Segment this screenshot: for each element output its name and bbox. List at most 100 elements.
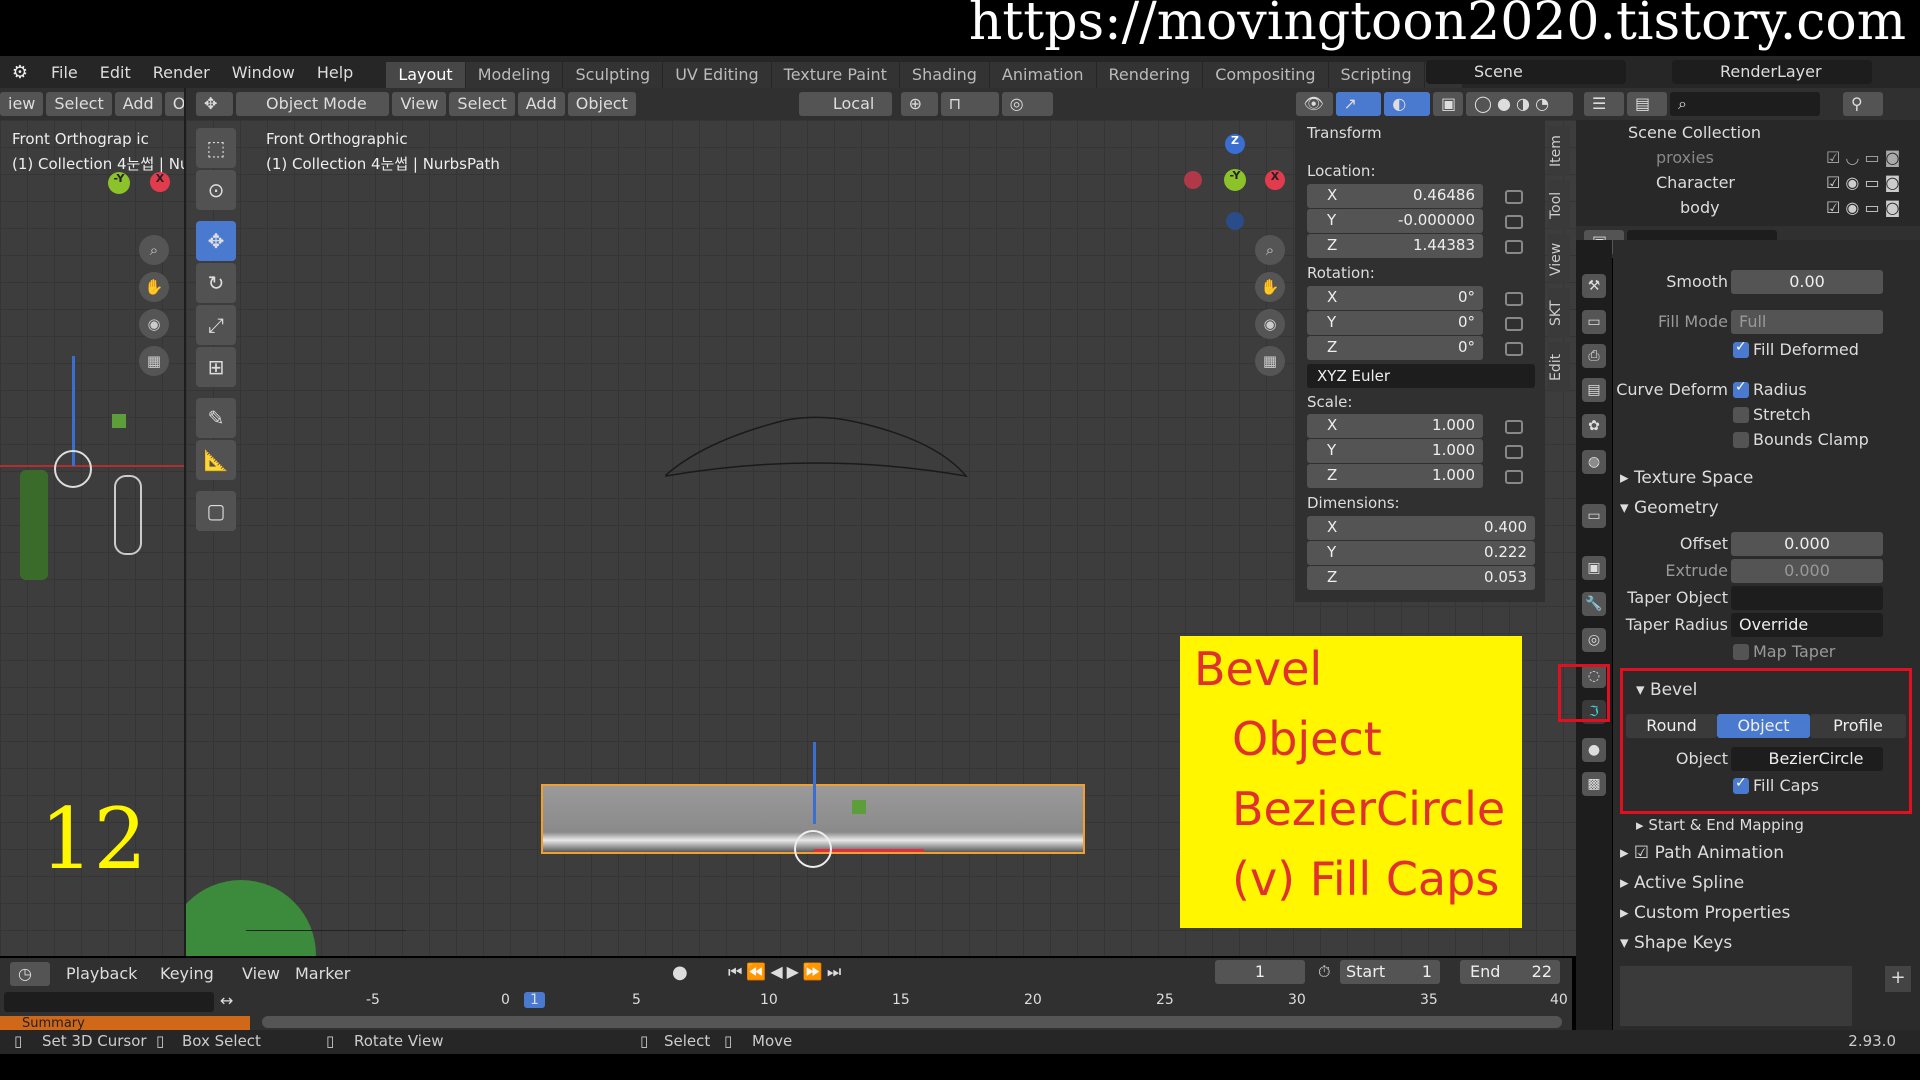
move-tool-icon[interactable]: ✥ (196, 221, 236, 261)
dimension-z-field[interactable]: Z 0.053 (1307, 566, 1535, 590)
gizmo-neg-x-icon[interactable] (1184, 171, 1202, 189)
add-shape-key-icon[interactable]: + (1885, 966, 1911, 992)
location-z-field[interactable]: Z 1.44383 (1307, 234, 1483, 258)
sidebar-tab-skt[interactable]: SKT (1548, 288, 1570, 338)
outliner-item-body[interactable]: body (1680, 198, 1720, 217)
scale-y-field[interactable]: Y 1.000 (1307, 439, 1483, 463)
view-layer-tab-icon[interactable]: ▤ (1582, 378, 1606, 402)
scene-selector[interactable]: Scene (1426, 60, 1626, 84)
add-menu[interactable]: Add (517, 92, 565, 116)
lock-icon[interactable] (1505, 240, 1523, 254)
fill-deformed-checkbox[interactable] (1733, 339, 1749, 358)
timeline-editor-icon[interactable]: ◷ (10, 962, 50, 986)
gizmo-plane-handle[interactable] (112, 414, 126, 428)
lock-icon[interactable] (1505, 470, 1523, 484)
outliner-item-character[interactable]: Character (1656, 173, 1735, 192)
zoom-icon[interactable]: ⌕ (139, 235, 169, 265)
sidebar-tab-view[interactable]: View (1548, 234, 1570, 284)
keying-menu[interactable]: Keying (160, 964, 214, 983)
bevel-panel[interactable]: ▾ Bevel (1636, 677, 1836, 703)
sidebar-tab-edit[interactable]: Edit (1548, 342, 1570, 392)
collection-tab-icon[interactable]: ▭ (1582, 504, 1606, 528)
lock-icon[interactable] (1505, 292, 1523, 306)
bevel-object-field[interactable]: BezierCircle (1731, 747, 1883, 771)
tab-rendering[interactable]: Rendering (1096, 62, 1204, 88)
output-tab-icon[interactable]: ⎙ (1582, 344, 1606, 368)
world-tab-icon[interactable]: ◍ (1582, 450, 1606, 474)
left-view-menu[interactable]: iew (0, 92, 44, 116)
add-cube-tool-icon[interactable]: ▢ (196, 491, 236, 531)
start-end-mapping-panel[interactable]: ▸ Start & End Mapping (1636, 812, 1920, 838)
visibility-icon[interactable]: 👁 (1295, 92, 1333, 116)
scale-z-field[interactable]: Z 1.000 (1307, 464, 1483, 488)
grid-icon[interactable]: ▦ (139, 346, 169, 376)
stopwatch-icon[interactable]: ⏱ (1318, 962, 1330, 982)
menu-render[interactable]: Render (142, 63, 221, 82)
bevel-object-tab[interactable]: Object (1717, 714, 1810, 738)
sync-arrows-icon[interactable]: ↔ (220, 991, 233, 1010)
gizmo-z-icon[interactable]: Z (1225, 134, 1245, 154)
tab-compositing[interactable]: Compositing (1203, 62, 1329, 88)
bevel-round-tab[interactable]: Round (1626, 714, 1717, 738)
view-menu[interactable]: View (392, 92, 447, 116)
taper-radius-dropdown[interactable]: Override (1731, 613, 1883, 637)
summary-channel[interactable]: Summary (0, 1016, 250, 1030)
snap-icon[interactable]: ⊓ (940, 92, 999, 116)
playback-controls-icon[interactable]: ⏮⏪◀▶⏩⏭ (728, 962, 845, 982)
visibility-toggles-icon[interactable]: ☑ ◉ ▭ ◙ (1826, 198, 1900, 217)
left-select-menu[interactable]: Select (46, 92, 112, 116)
tab-scripting[interactable]: Scripting (1328, 62, 1425, 88)
object-menu[interactable]: Object (567, 92, 636, 116)
display-mode-icon[interactable]: ▤ (1627, 92, 1667, 116)
active-spline-panel[interactable]: ▸ Active Spline (1620, 870, 1920, 896)
pivot-icon[interactable]: ⊕ (900, 92, 938, 116)
tab-shading[interactable]: Shading (899, 62, 990, 88)
tab-layout[interactable]: Layout (386, 62, 466, 88)
orientation-dropdown[interactable]: Local (798, 92, 892, 116)
measure-tool-icon[interactable]: 📐 (196, 440, 236, 480)
eyebrow-curve[interactable] (656, 410, 976, 490)
record-icon[interactable]: ● (672, 962, 688, 983)
custom-properties-panel[interactable]: ▸ Custom Properties (1620, 900, 1920, 926)
move-gizmo-z[interactable] (813, 742, 816, 824)
left-viewport[interactable]: Front Orthograp ic (1) Collection 4눈썹 | … (0, 120, 184, 956)
rotation-z-field[interactable]: Z 0° (1307, 336, 1483, 360)
left-add-menu[interactable]: Add (114, 92, 162, 116)
offset-field[interactable]: 0.000 (1731, 532, 1883, 556)
proportional-edit-icon[interactable]: ◎ (1001, 92, 1053, 116)
scale-x-field[interactable]: X 1.000 (1307, 414, 1483, 438)
tab-modeling[interactable]: Modeling (465, 62, 564, 88)
timeline-search[interactable] (4, 992, 214, 1012)
annotate-tool-icon[interactable]: ✎ (196, 398, 236, 438)
blender-logo-icon[interactable]: ⚙ (0, 62, 40, 83)
filter-icon[interactable]: ⚲ (1843, 92, 1883, 116)
rotate-tool-icon[interactable]: ↻ (196, 263, 236, 303)
dimension-x-field[interactable]: X 0.400 (1307, 516, 1535, 540)
green-sphere[interactable] (186, 880, 316, 956)
gizmo-neg-z-icon[interactable] (1226, 212, 1244, 230)
tab-sculpting[interactable]: Sculpting (563, 62, 664, 88)
modifier-tab-icon[interactable]: 🔧 (1582, 592, 1606, 616)
menu-window[interactable]: Window (221, 63, 306, 82)
outliner-scene-collection[interactable]: Scene Collection (1628, 123, 1761, 142)
character-model[interactable] (20, 470, 48, 580)
outliner-search[interactable]: ⌕ (1670, 92, 1820, 116)
fill-caps-checkbox[interactable] (1733, 775, 1749, 794)
location-y-field[interactable]: Y -0.000000 (1307, 209, 1483, 233)
path-animation-panel[interactable]: ▸ ☑ Path Animation (1620, 840, 1920, 866)
shape-keys-list[interactable] (1620, 966, 1852, 1026)
texture-tab-icon[interactable]: ▩ (1582, 772, 1606, 796)
lock-icon[interactable] (1505, 190, 1523, 204)
timeline-scrollbar[interactable] (262, 1016, 1562, 1028)
gizmo-x-icon[interactable]: X (1265, 170, 1285, 190)
pan-hand-icon[interactable]: ✋ (139, 272, 169, 302)
render-tab-icon[interactable]: ▭ (1582, 310, 1606, 334)
transform-header[interactable]: Transform (1307, 124, 1382, 142)
visibility-toggles-icon[interactable]: ☑ ◡ ▭ ◙ (1826, 148, 1900, 167)
axis-x-icon[interactable]: X (150, 172, 170, 192)
visibility-toggles-icon[interactable]: ☑ ◉ ▭ ◙ (1826, 173, 1900, 192)
marker-menu[interactable]: Marker (295, 964, 350, 983)
object-tab-icon[interactable]: ▣ (1582, 556, 1606, 580)
outliner-type-icon[interactable]: ☰ (1584, 92, 1624, 116)
scale-tool-icon[interactable]: ⤢ (196, 305, 236, 345)
